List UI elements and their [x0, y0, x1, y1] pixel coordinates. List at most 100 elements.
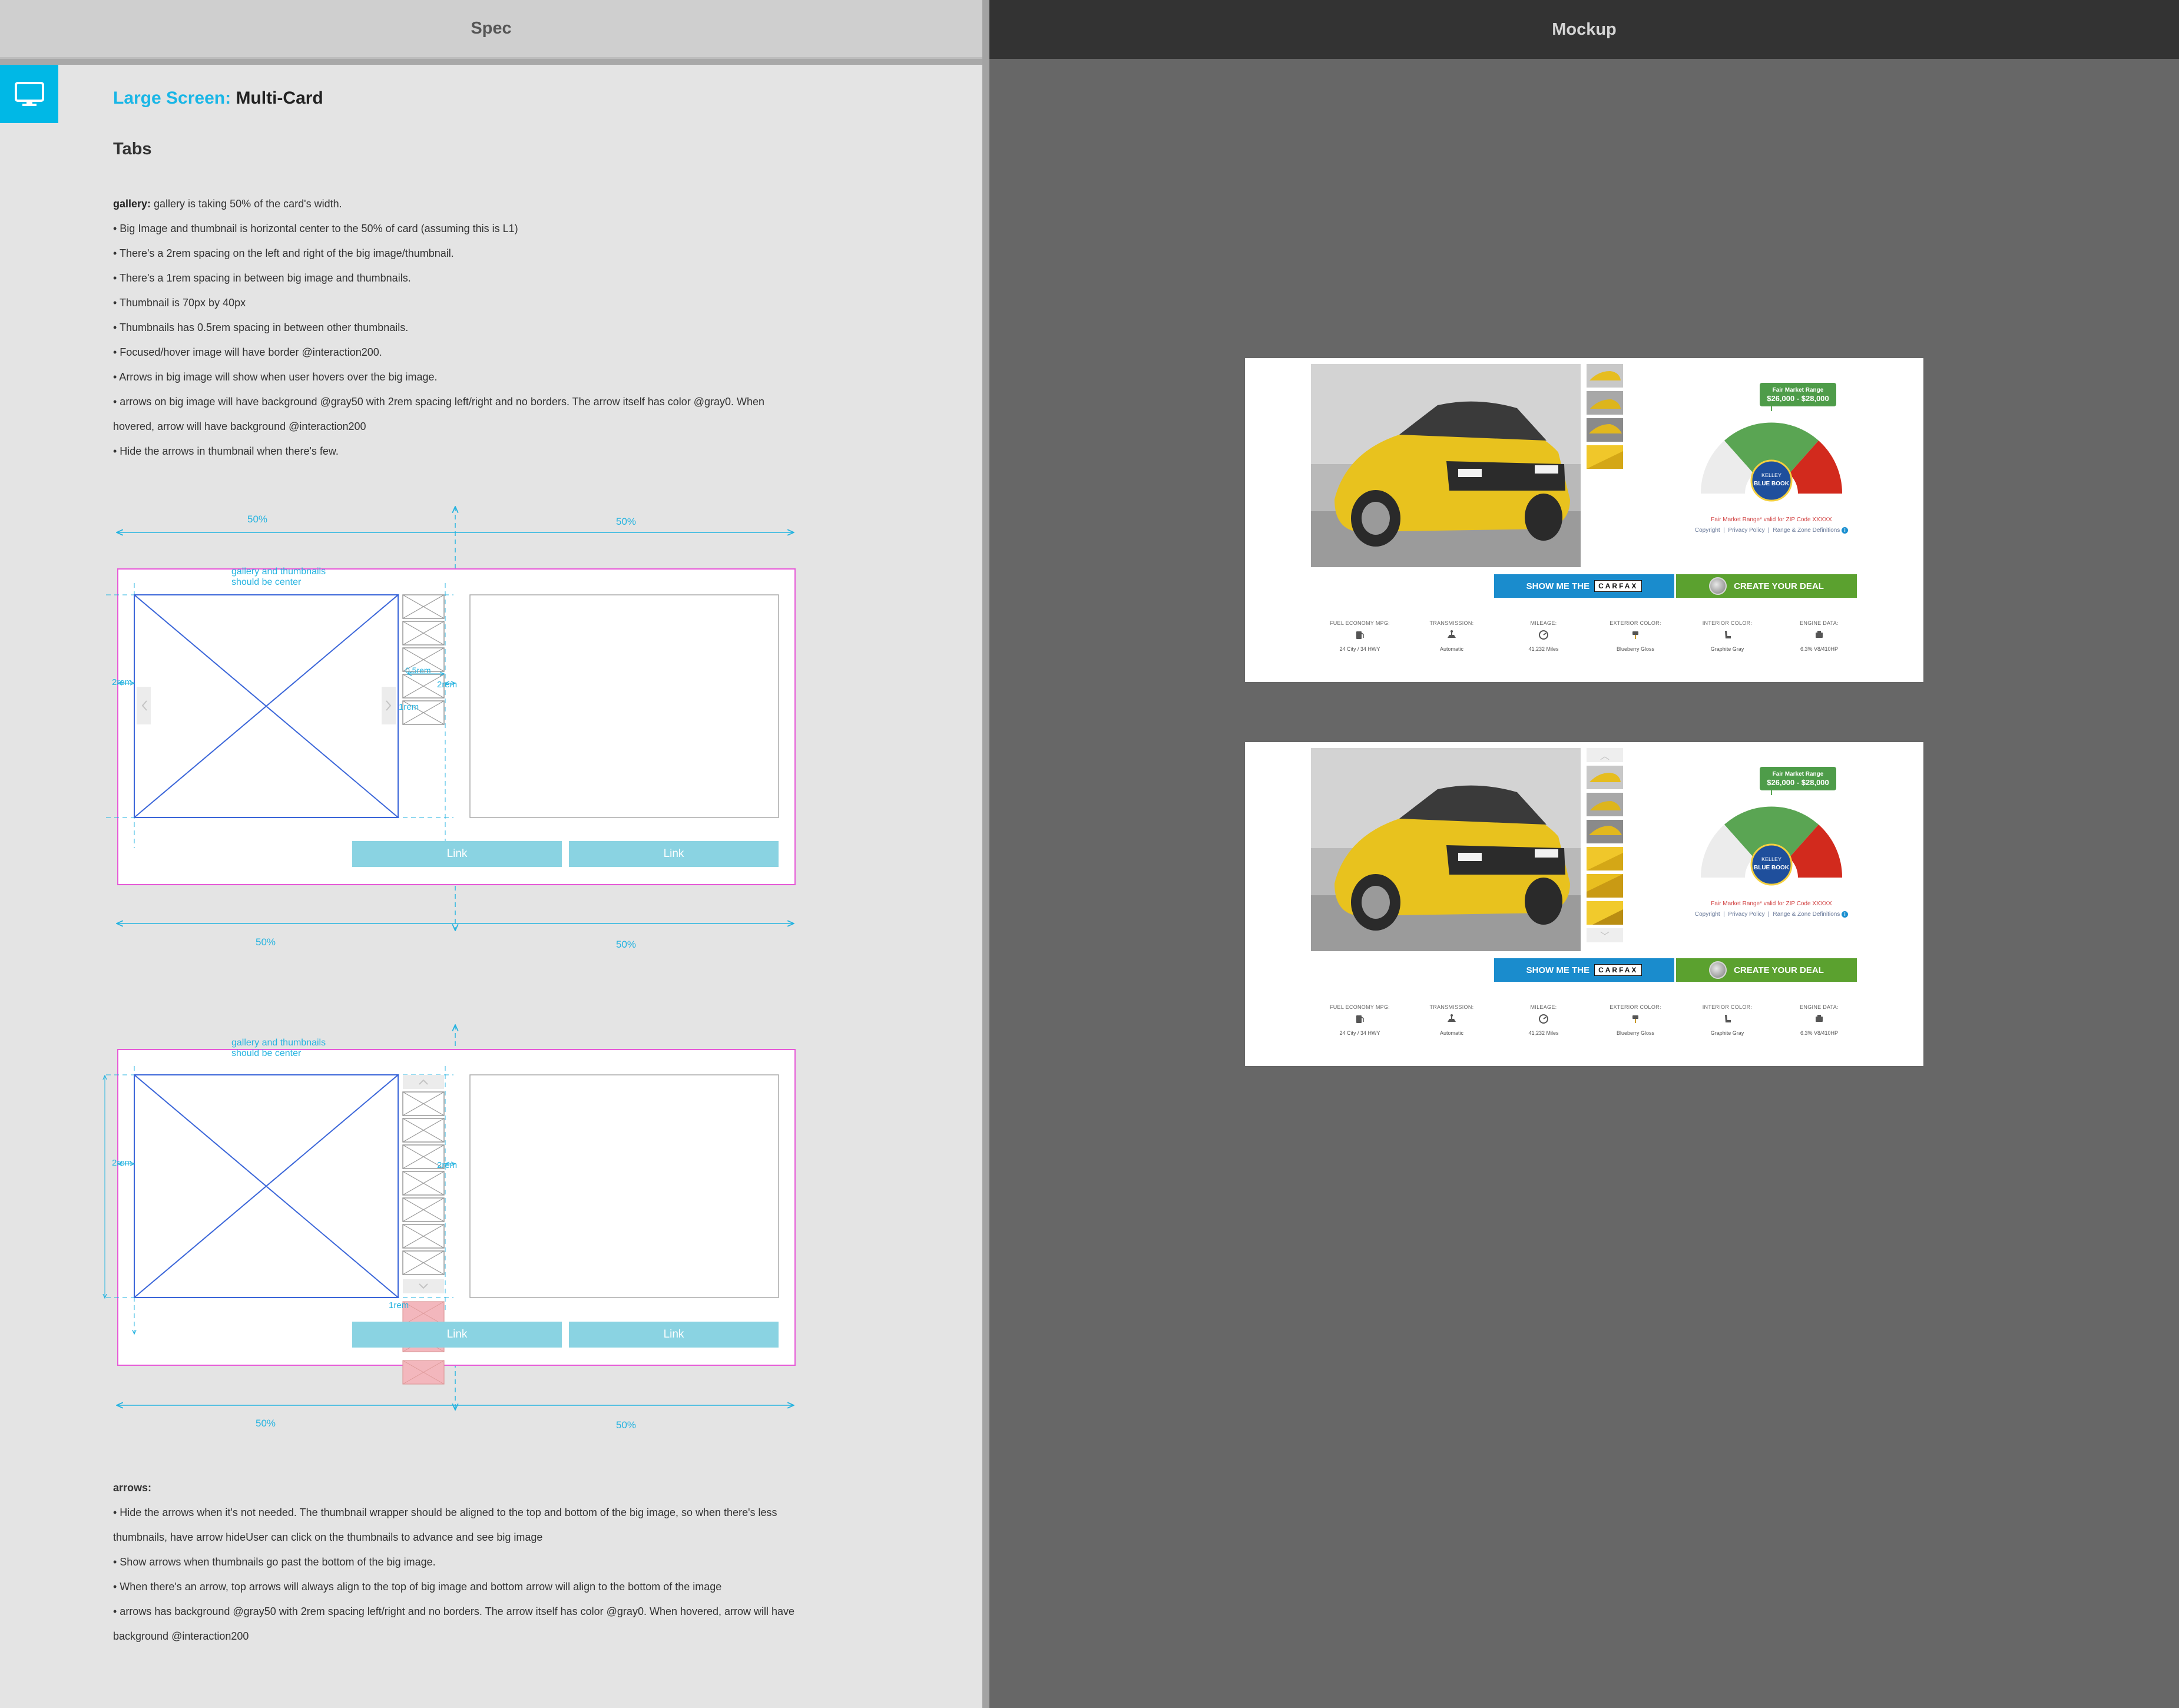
- range-definitions-link[interactable]: Range & Zone Definitions: [1773, 527, 1840, 534]
- kbb-badge-text-2: BLUE BOOK: [1754, 865, 1790, 871]
- thumbnail[interactable]: [1587, 793, 1623, 816]
- seat-icon: [1725, 631, 1731, 638]
- thumbnail[interactable]: [1587, 874, 1623, 898]
- link-label: Link: [663, 1328, 684, 1340]
- spacing-label: 2rem: [437, 1160, 458, 1170]
- thumbnail[interactable]: [1587, 847, 1623, 870]
- range-definitions-link[interactable]: Range & Zone Definitions: [1773, 911, 1840, 918]
- privacy-link[interactable]: Privacy Policy: [1728, 527, 1764, 534]
- spacing-label: 2rem: [112, 677, 133, 687]
- odometer-icon: [1539, 1014, 1548, 1024]
- engine-icon: [1816, 631, 1823, 638]
- carfax-button[interactable]: SHOW ME THE CARFAX: [1494, 574, 1674, 598]
- kbb-gauge: KELLEY BLUE BOOK Fair Market Range $26,0…: [1700, 767, 1843, 886]
- fuel-icon: [1356, 1015, 1364, 1023]
- carfax-button[interactable]: SHOW ME THE CARFAX: [1494, 958, 1674, 982]
- spacing-label: 1rem: [389, 1300, 409, 1310]
- create-deal-button[interactable]: CREATE YOUR DEAL: [1676, 574, 1857, 598]
- carfax-logo: CARFAX: [1594, 580, 1642, 592]
- arrow-note: • arrows has background @gray50 with 2re…: [113, 1606, 795, 1617]
- wireframe-diagram: [0, 65, 796, 1708]
- info-icon[interactable]: i: [1842, 911, 1849, 918]
- odometer-icon: [1539, 630, 1548, 640]
- spec-transmission: TRANSMISSION: Automatic: [1429, 1004, 1474, 1036]
- spec-transmission: TRANSMISSION: Automatic: [1429, 620, 1474, 652]
- carfax-button-label: SHOW ME THE: [1526, 581, 1590, 591]
- thumbnail[interactable]: [1587, 766, 1623, 789]
- carfax-button-label: SHOW ME THE: [1526, 965, 1590, 975]
- info-icon[interactable]: i: [1842, 527, 1849, 534]
- copyright-link[interactable]: Copyright: [1695, 527, 1720, 534]
- big-car-image[interactable]: [1311, 748, 1581, 951]
- spacing-label: 2rem: [437, 680, 458, 690]
- spec-fuel: FUEL ECONOMY MPG: 24 City / 34 HWY: [1329, 620, 1390, 652]
- thumbnail[interactable]: [1587, 418, 1623, 442]
- vehicle-card-few-thumbs: KELLEY BLUE BOOK Fair Market Range $26,0…: [1245, 358, 1923, 682]
- carfax-logo: CARFAX: [1594, 964, 1642, 976]
- big-image-next-arrow[interactable]: [382, 687, 396, 724]
- legal-links: Copyright | Privacy Policy | Range & Zon…: [1683, 527, 1860, 534]
- thumbnail-stack: [402, 1091, 445, 1275]
- big-image-prev-arrow[interactable]: [137, 687, 151, 724]
- thumbnail-down-arrow[interactable]: ﹀: [1587, 928, 1623, 942]
- link-label: Link: [663, 848, 684, 860]
- spacing-label: 0.5rem: [405, 666, 431, 675]
- fmr-tag-title: Fair Market Range: [1773, 387, 1824, 393]
- panel-divider[interactable]: [982, 0, 989, 1708]
- content-placeholder: [469, 1074, 779, 1298]
- link-label: Link: [446, 1328, 468, 1340]
- kbb-badge-text-1: KELLEY: [1761, 472, 1781, 478]
- spec-fuel: FUEL ECONOMY MPG: 24 City / 34 HWY: [1329, 1004, 1390, 1036]
- thumbnail-up-arrow[interactable]: [403, 1075, 444, 1089]
- arrow-note: • Hide the arrows when it's not needed. …: [113, 1507, 777, 1518]
- steering-wheel-icon: [1709, 577, 1727, 595]
- arrow-notes-lead: arrows:: [113, 1482, 152, 1494]
- mockup-panel: KELLEY BLUE BOOK Fair Market Range $26,0…: [989, 59, 2179, 1708]
- big-car-image[interactable]: [1311, 364, 1581, 567]
- thumbnail-column: ︿ ﹀: [1587, 748, 1623, 946]
- fmr-note: Fair Market Range* valid for ZIP Code XX…: [1711, 901, 1832, 907]
- spacing-label: 1rem: [399, 702, 419, 712]
- fmr-tag-range: $26,000 - $28,000: [1767, 778, 1829, 787]
- create-deal-label: CREATE YOUR DEAL: [1734, 965, 1824, 975]
- thumbnail-up-arrow[interactable]: ︿: [1587, 748, 1623, 762]
- link-label: Link: [446, 848, 468, 860]
- thumbnail[interactable]: [1587, 364, 1623, 388]
- copyright-link[interactable]: Copyright: [1695, 911, 1720, 918]
- width-label: 50%: [247, 514, 268, 525]
- kbb-gauge: KELLEY BLUE BOOK Fair Market Range $26,0…: [1700, 383, 1843, 502]
- create-deal-button[interactable]: CREATE YOUR DEAL: [1676, 958, 1857, 982]
- spec-engine: ENGINE DATA: 6.3% V8/410HP: [1800, 1004, 1839, 1036]
- privacy-link[interactable]: Privacy Policy: [1728, 911, 1764, 918]
- transmission-icon: [1448, 1014, 1456, 1022]
- chevron-down-icon: ﹀: [1600, 932, 1610, 942]
- spec-panel: Large Screen: Multi-Card Tabs gallery: g…: [0, 65, 982, 1708]
- fmr-tag-range: $26,000 - $28,000: [1767, 394, 1829, 403]
- width-label: 50%: [616, 1419, 637, 1431]
- wireframe-1: [106, 507, 796, 931]
- spec-header: Spec: [0, 0, 982, 59]
- arrow-notes: arrows: • Hide the arrows when it's not …: [113, 1475, 808, 1649]
- spec-interior-color: INTERIOR COLOR: Graphite Gray: [1702, 1004, 1753, 1036]
- width-label: 50%: [616, 516, 637, 527]
- thumbnail-down-arrow[interactable]: [403, 1279, 444, 1293]
- arrow-note: • When there's an arrow, top arrows will…: [113, 1581, 722, 1593]
- spec-exterior-color: EXTERIOR COLOR: Blueberry Gloss: [1610, 1004, 1661, 1036]
- arrow-note: • Show arrows when thumbnails go past th…: [113, 1556, 436, 1568]
- wireframe-2: [105, 1025, 796, 1410]
- thumbnail[interactable]: [1587, 820, 1623, 843]
- chevron-up-icon: ︿: [1600, 752, 1610, 762]
- spec-header-rule: [0, 59, 982, 65]
- width-label: 50%: [256, 936, 276, 948]
- width-label: 50%: [616, 939, 637, 950]
- width-label: 50%: [256, 1418, 276, 1429]
- kbb-badge-text-2: BLUE BOOK: [1754, 481, 1790, 487]
- vehicle-specs: FUEL ECONOMY MPG: 24 City / 34 HWY TRANS…: [1316, 620, 1863, 652]
- steering-wheel-icon: [1709, 961, 1727, 979]
- transmission-icon: [1448, 630, 1456, 638]
- spec-interior-color: INTERIOR COLOR: Graphite Gray: [1702, 620, 1753, 652]
- mockup-header: Mockup: [989, 0, 2179, 59]
- thumbnail[interactable]: [1587, 901, 1623, 925]
- thumbnail[interactable]: [1587, 445, 1623, 469]
- thumbnail[interactable]: [1587, 391, 1623, 415]
